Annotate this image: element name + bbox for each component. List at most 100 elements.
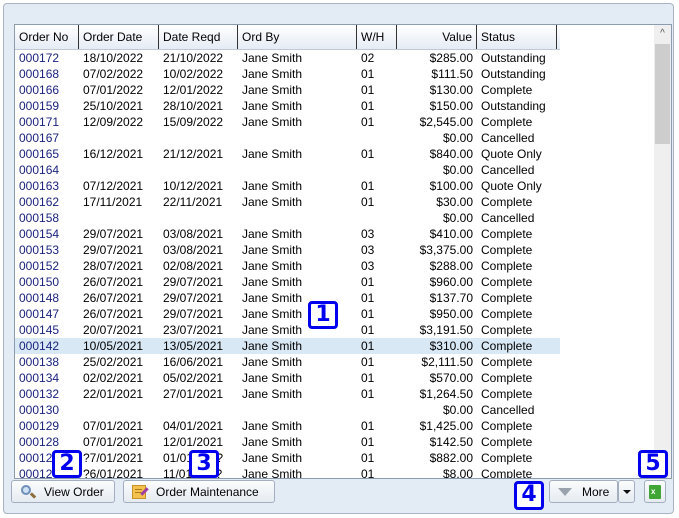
column-header-wh[interactable]: W/H (357, 25, 397, 49)
date-reqd-cell: 28/10/2021 (163, 99, 224, 113)
table-row[interactable]: 000172 18/10/2022 21/10/2022 Jane Smith 02 $2… (15, 50, 560, 66)
table-row[interactable]: 000152 28/07/2021 02/08/2021 Jane Smith 03 $2… (15, 258, 560, 274)
order-date-cell: 18/10/2022 (83, 51, 144, 65)
table-row[interactable]: 000168 07/02/2022 10/02/2022 Jane Smith 01 $1… (15, 66, 560, 82)
table-row[interactable]: 000142 10/05/2021 13/05/2021 Jane Smith 01 $3… (15, 338, 560, 354)
chevron-up-icon[interactable]: ^ (654, 25, 671, 42)
status-cell: Complete (481, 419, 533, 433)
order-date-cell: 02/02/2021 (83, 371, 144, 385)
status-cell: Complete (481, 387, 533, 401)
status-cell: Complete (481, 195, 533, 209)
table-row[interactable]: 000148 26/07/2021 29/07/2021 Jane Smith 01 $1… (15, 290, 560, 306)
vertical-scrollbar[interactable]: ^ (654, 25, 671, 478)
view-order-label: View Order (44, 484, 104, 499)
order-maintenance-button[interactable]: Order Maintenance (123, 480, 275, 503)
table-row[interactable]: 000145 20/07/2021 23/07/2021 Jane Smith 01 $3… (15, 322, 560, 338)
table-row[interactable]: 000150 26/07/2021 29/07/2021 Jane Smith 01 $9… (15, 274, 560, 290)
date-reqd-cell: 22/11/2021 (163, 195, 223, 209)
table-row[interactable]: 000129 07/01/2021 04/01/2021 Jane Smith 01 $1… (15, 418, 560, 434)
table-row[interactable]: 000167 $0.00 Cancelled (15, 130, 560, 146)
order-no-cell: 000171 (19, 115, 60, 129)
value-cell: $950.00 (429, 307, 473, 321)
date-reqd-cell: 05/02/2021 (163, 371, 224, 385)
value-cell: $840.00 (429, 147, 473, 161)
ord-by-cell: Jane Smith (242, 419, 303, 433)
wh-cell: 01 (361, 195, 375, 209)
value-cell: $2,545.00 (419, 115, 473, 129)
order-date-cell: 22/01/2021 (83, 387, 144, 401)
status-cell: Complete (481, 115, 533, 129)
more-button[interactable]: More (549, 480, 618, 503)
annotation-badge-3: 3 (189, 450, 219, 478)
table-row[interactable]: 000147 26/07/2021 29/07/2021 Jane Smith 01 $9… (15, 306, 560, 322)
export-excel-button[interactable]: x (644, 480, 666, 503)
status-cell: Outstanding (481, 51, 546, 65)
wh-cell: 03 (361, 259, 375, 273)
order-date-cell: 17/11/2021 (83, 195, 143, 209)
status-cell: Cancelled (481, 131, 535, 145)
wh-cell (357, 210, 397, 226)
table-row[interactable]: 000128 07/01/2021 12/01/2021 Jane Smith 01 $1… (15, 434, 560, 450)
order-no-cell: 000142 (19, 339, 60, 353)
status-cell: Quote Only (481, 147, 542, 161)
order-no-cell: 000163 (19, 179, 60, 193)
ord-by-cell: Jane Smith (242, 323, 303, 337)
order-date-cell (79, 402, 159, 418)
date-reqd-cell: 10/02/2022 (163, 67, 224, 81)
wh-cell: 01 (361, 115, 375, 129)
table-row[interactable]: 000163 07/12/2021 10/12/2021 Jane Smith 01 $1… (15, 178, 560, 194)
scrollbar-thumb[interactable] (655, 44, 670, 144)
annotation-badge-2: 2 (52, 450, 82, 478)
table-row[interactable]: 000158 $0.00 Cancelled (15, 210, 560, 226)
order-no-cell: 000164 (19, 163, 60, 177)
column-header-ord-by[interactable]: Ord By (238, 25, 357, 49)
ord-by-cell: Jane Smith (242, 147, 303, 161)
column-header-order-no[interactable]: Order No (15, 25, 79, 49)
table-row[interactable]: 00012??7/01/202101/01/????Jane Smith01$8… (15, 450, 560, 466)
wh-cell: 03 (361, 243, 375, 257)
more-dropdown-button[interactable] (618, 480, 635, 503)
table-row[interactable]: 000130 $0.00 Cancelled (15, 402, 560, 418)
date-reqd-cell: 12/01/2021 (163, 435, 224, 449)
caret-down-icon (622, 489, 631, 494)
order-date-cell (79, 162, 159, 178)
ord-by-cell: Jane Smith (242, 435, 303, 449)
orders-table[interactable]: Order No Order Date Date Reqd Ord By W/H… (14, 24, 672, 479)
column-header-date-reqd[interactable]: Date Reqd (159, 25, 238, 49)
table-row[interactable]: 000162 17/11/2021 22/11/2021 Jane Smith 01 $3… (15, 194, 560, 210)
column-header-value[interactable]: Value (397, 25, 477, 49)
wh-cell: 01 (361, 419, 375, 433)
date-reqd-cell: 29/07/2021 (163, 275, 224, 289)
ord-by-cell: Jane Smith (242, 259, 303, 273)
triangle-down-icon (558, 487, 572, 496)
table-row[interactable]: 000138 25/02/2021 16/06/2021 Jane Smith 01 $2… (15, 354, 560, 370)
table-row[interactable]: 000166 07/01/2022 12/01/2022 Jane Smith 01 $1… (15, 82, 560, 98)
date-reqd-cell (159, 162, 238, 178)
table-row[interactable]: 000171 12/09/2022 15/09/2022 Jane Smith 01 $2… (15, 114, 560, 130)
date-reqd-cell: 02/08/2021 (163, 259, 224, 273)
table-row[interactable]: 000134 02/02/2021 05/02/2021 Jane Smith 01 $5… (15, 370, 560, 386)
table-row[interactable]: 000132 22/01/2021 27/01/2021 Jane Smith 01 $1… (15, 386, 560, 402)
table-row[interactable]: 000153 29/07/2021 03/08/2021 Jane Smith 03 $3… (15, 242, 560, 258)
table-row[interactable]: 000154 29/07/2021 03/08/2021 Jane Smith 03 $4… (15, 226, 560, 242)
table-body: 000172 18/10/2022 21/10/2022 Jane Smith 02 $2… (15, 50, 560, 478)
view-order-button[interactable]: View Order (11, 480, 115, 503)
order-date-cell: 07/12/2021 (83, 179, 144, 193)
orders-panel: Order No Order Date Date Reqd Ord By W/H… (3, 3, 674, 514)
order-date-cell: 29/07/2021 (83, 243, 144, 257)
date-reqd-cell: 29/07/2021 (163, 291, 224, 305)
table-row[interactable]: 000159 25/10/2021 28/10/2021 Jane Smith 01 $1… (15, 98, 560, 114)
wh-cell: 01 (361, 387, 375, 401)
table-row[interactable]: 00012??6/01/202111/01/????Jane Smith01$8… (15, 466, 560, 478)
ord-by-cell: Jane Smith (242, 355, 303, 369)
order-no-cell: 000138 (19, 355, 60, 369)
order-no-cell: 000150 (19, 275, 60, 289)
table-row[interactable]: 000164 $0.00 Cancelled (15, 162, 560, 178)
date-reqd-cell: 13/05/2021 (163, 339, 224, 353)
status-cell: Outstanding (481, 67, 546, 81)
column-header-status[interactable]: Status (477, 25, 557, 49)
value-cell: $288.00 (429, 259, 473, 273)
table-row[interactable]: 000165 16/12/2021 21/12/2021 Jane Smith 01 $8… (15, 146, 560, 162)
wh-cell: 01 (361, 339, 375, 353)
column-header-order-date[interactable]: Order Date (79, 25, 159, 49)
